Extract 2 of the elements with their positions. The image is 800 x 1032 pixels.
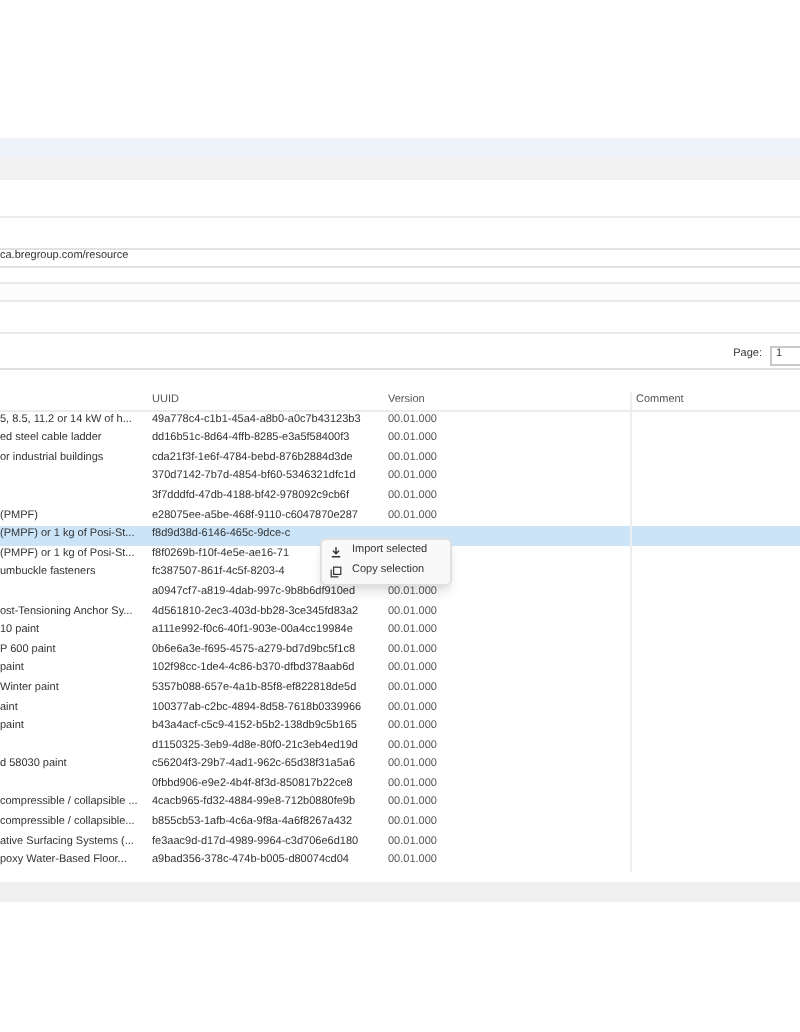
download-icon [330, 546, 342, 558]
copy-icon [330, 566, 342, 578]
